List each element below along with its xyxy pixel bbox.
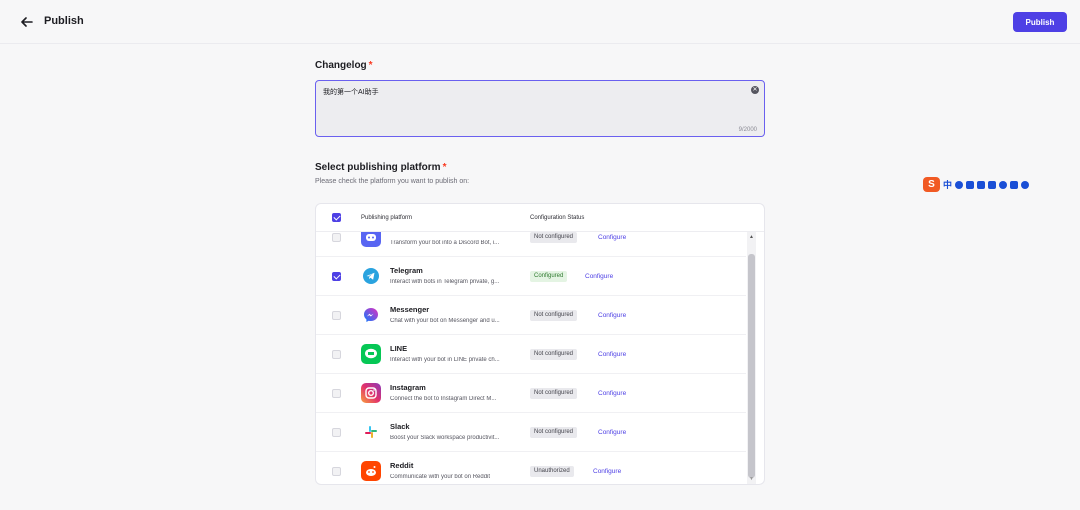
configure-link[interactable]: Configure (598, 234, 626, 241)
configure-link[interactable]: Configure (598, 429, 626, 436)
column-header-status: Configuration Status (530, 215, 585, 221)
platform-name: LINE (390, 344, 408, 353)
status-badge: Not configured (530, 427, 578, 438)
status-badge: Configured (530, 271, 568, 282)
platform-desc: Boost your Slack workspace productivit..… (390, 435, 500, 441)
status-badge: Not configured (530, 349, 578, 360)
table-row: Reddit Communicate with your bot on Redd… (316, 452, 746, 484)
char-counter: 9/2000 (738, 127, 757, 133)
scrollbar[interactable]: ▲ ▼ (747, 232, 756, 484)
ime-language-toggle[interactable]: 中 (943, 178, 952, 191)
row-checkbox[interactable] (332, 272, 341, 281)
messenger-icon (361, 305, 381, 325)
platform-name: Telegram (390, 266, 423, 275)
page-title: Publish (44, 15, 84, 27)
row-checkbox[interactable] (332, 233, 341, 242)
row-checkbox[interactable] (332, 389, 341, 398)
status-badge: Unauthorized (530, 466, 574, 477)
scroll-down-icon[interactable]: ▼ (748, 476, 755, 483)
ime-logo[interactable]: S (923, 177, 940, 192)
changelog-label: Changelog * (315, 60, 373, 71)
status-badge: Not configured (530, 310, 578, 321)
scrollbar-thumb[interactable] (748, 254, 755, 478)
telegram-icon (361, 266, 381, 286)
back-arrow-icon[interactable] (19, 14, 35, 30)
column-header-platform: Publishing platform (361, 215, 413, 221)
platform-hint: Please check the platform you want to pu… (315, 178, 470, 185)
row-checkbox[interactable] (332, 350, 341, 359)
platform-desc: Chat with your bot on Messenger and u... (390, 318, 500, 324)
publish-button[interactable]: Publish (1013, 12, 1067, 32)
reddit-icon (361, 461, 381, 481)
platform-name: Slack (390, 422, 410, 431)
settings-icon[interactable] (1021, 180, 1030, 189)
grid-icon[interactable] (1010, 180, 1019, 189)
ime-toolbar: S 中 (923, 176, 1051, 193)
platform-name: Messenger (390, 305, 430, 314)
required-mark: * (368, 60, 373, 71)
table-body: Transform your bot into a Discord Bot, i… (316, 232, 764, 484)
mic-icon[interactable] (966, 180, 975, 189)
platform-table: Publishing platform Configuration Status… (315, 203, 765, 485)
discord-icon (361, 232, 381, 247)
changelog-value: 我的第一个AI助手 (323, 89, 379, 96)
platform-desc: Communicate with your bot on Reddit (390, 474, 491, 480)
row-checkbox[interactable] (332, 428, 341, 437)
keyboard-icon[interactable] (977, 180, 986, 189)
configure-link[interactable]: Configure (593, 468, 621, 475)
table-row: Messenger Chat with your bot on Messenge… (316, 296, 746, 335)
platform-name: Reddit (390, 461, 414, 470)
configure-link[interactable]: Configure (585, 273, 613, 280)
configure-link[interactable]: Configure (598, 351, 626, 358)
changelog-textarea[interactable]: 我的第一个AI助手 ✕ 9/2000 (315, 80, 765, 137)
platform-name: Instagram (390, 383, 426, 392)
table-row: Telegram Interact with bots in Telegram … (316, 257, 746, 296)
robot-icon[interactable] (999, 180, 1008, 189)
select-all-checkbox[interactable] (332, 213, 341, 222)
skin-icon[interactable] (988, 180, 997, 189)
scroll-up-icon[interactable]: ▲ (748, 234, 755, 241)
platform-desc: Connect the bot to Instagram Direct M... (390, 396, 497, 402)
row-checkbox[interactable] (332, 467, 341, 476)
platform-label: Select publishing platform * (315, 162, 446, 173)
platform-label-text: Select publishing platform (315, 162, 441, 173)
table-row: Slack Boost your Slack workspace product… (316, 413, 746, 452)
status-badge: Not configured (530, 232, 578, 243)
top-bar: Publish Publish (0, 0, 1080, 44)
required-mark: * (442, 162, 447, 173)
platform-desc: Interact with your bot in LINE private c… (390, 357, 500, 363)
platform-desc: Interact with bots in Telegram private, … (390, 279, 500, 285)
clear-circle-icon[interactable]: ✕ (751, 86, 759, 94)
platform-desc: Transform your bot into a Discord Bot, i… (390, 240, 500, 246)
table-row: Instagram Connect the bot to Instagram D… (316, 374, 746, 413)
configure-link[interactable]: Configure (598, 312, 626, 319)
slack-icon (361, 422, 381, 442)
row-checkbox[interactable] (332, 311, 341, 320)
line-icon (361, 344, 381, 364)
configure-link[interactable]: Configure (598, 390, 626, 397)
instagram-icon (361, 383, 381, 403)
punctuation-icon[interactable] (955, 180, 964, 189)
status-badge: Not configured (530, 388, 578, 399)
table-header: Publishing platform Configuration Status (316, 204, 764, 232)
table-row: LINE Interact with your bot in LINE priv… (316, 335, 746, 374)
changelog-label-text: Changelog (315, 60, 367, 71)
table-row: Transform your bot into a Discord Bot, i… (316, 232, 746, 257)
